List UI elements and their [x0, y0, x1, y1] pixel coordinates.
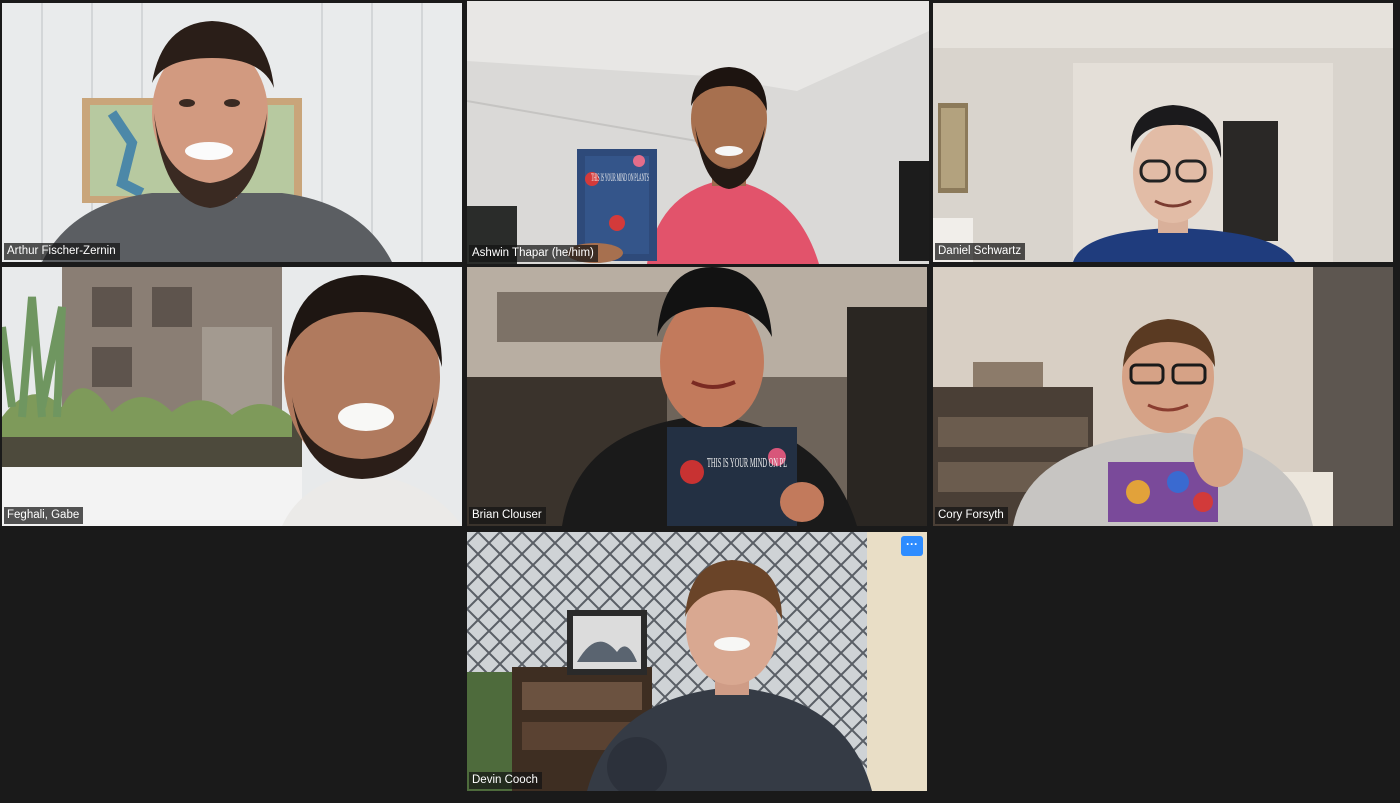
ellipsis-icon: ···	[906, 537, 918, 551]
video-feed	[933, 3, 1393, 262]
video-tile-ashwin[interactable]: THIS IS YOUR MIND ON PLANTS Ashwin Thapa…	[467, 1, 929, 264]
video-tile-daniel[interactable]: Daniel Schwartz	[933, 3, 1393, 262]
book-cover-text: THIS IS YOUR MIND ON PL	[707, 456, 787, 471]
video-tile-devin[interactable]: ··· Devin Cooch	[467, 532, 927, 791]
gallery-view: Arthur Fischer-Zernin THIS IS YOUR MIND …	[0, 0, 1400, 803]
video-tile-gabe[interactable]: Feghali, Gabe	[2, 267, 462, 526]
book-cover-text: THIS IS YOUR MIND ON PLANTS	[591, 170, 649, 184]
participant-name-label: Cory Forsyth	[935, 507, 1008, 524]
participant-name-label: Devin Cooch	[469, 772, 542, 789]
video-tile-brian[interactable]: THIS IS YOUR MIND ON PL Brian Clouser	[467, 267, 927, 526]
video-feed	[467, 532, 927, 791]
video-tile-cory[interactable]: Cory Forsyth	[933, 267, 1393, 526]
participant-name-label: Daniel Schwartz	[935, 243, 1026, 260]
video-feed: THIS IS YOUR MIND ON PLANTS	[467, 1, 929, 264]
video-feed	[2, 3, 462, 262]
participant-name-label: Brian Clouser	[469, 507, 546, 524]
participant-name-label: Ashwin Thapar (he/him)	[469, 245, 598, 262]
video-feed	[2, 267, 462, 526]
video-feed	[933, 267, 1393, 526]
video-tile-arthur[interactable]: Arthur Fischer-Zernin	[2, 3, 462, 262]
participant-name-label: Feghali, Gabe	[4, 507, 84, 524]
video-feed: THIS IS YOUR MIND ON PL	[467, 267, 927, 526]
more-options-button[interactable]: ···	[901, 536, 923, 556]
participant-name-label: Arthur Fischer-Zernin	[4, 243, 120, 260]
